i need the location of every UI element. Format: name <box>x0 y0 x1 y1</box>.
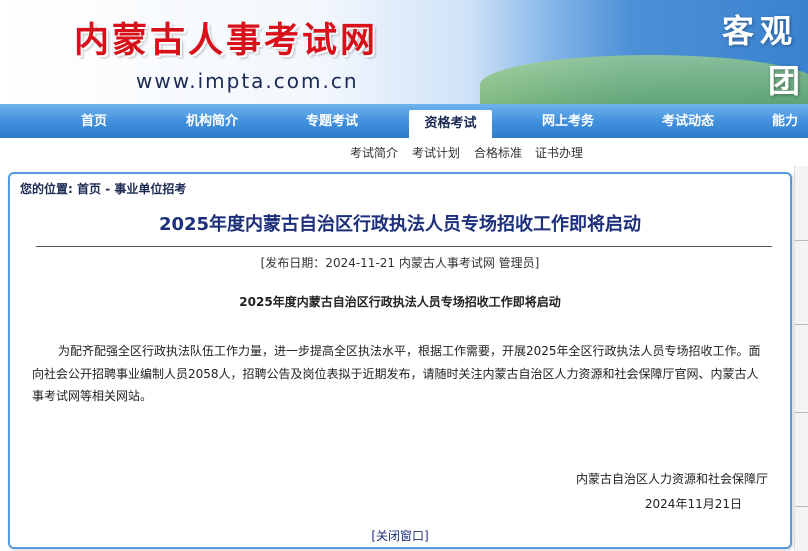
publish-meta: [发布日期：2024-11-21 内蒙古人事考试网 管理员] <box>260 256 540 270</box>
site-url: www.impta.com.cn <box>136 69 359 93</box>
subnav-item-plan[interactable]: 考试计划 <box>412 144 460 161</box>
title-divider <box>36 246 772 247</box>
sub-nav: 考试简介 考试计划 合格标准 证书办理 <box>0 138 808 166</box>
breadcrumb-separator: - <box>101 182 115 196</box>
edge-mark <box>795 412 808 413</box>
breadcrumb: 您的位置: 首页 - 事业单位招考 <box>20 180 186 197</box>
edge-mark <box>795 506 808 507</box>
article-signer: 内蒙古自治区人力资源和社会保障厅 <box>575 472 768 486</box>
content-panel: 您的位置: 首页 - 事业单位招考 2025年度内蒙古自治区行政执法人员专场招收… <box>8 172 792 549</box>
article-date: 2024年11月21日 <box>644 497 742 511</box>
nav-item-about[interactable]: 机构简介 <box>172 104 252 138</box>
page-title: 2025年度内蒙古自治区行政执法人员专场招收工作即将启动 <box>158 214 642 235</box>
subnav-item-certificate[interactable]: 证书办理 <box>535 144 583 161</box>
article-body: 为配齐配强全区行政执法队伍工作力量，进一步提高全区执法水平，根据工作需要，开展2… <box>32 344 761 403</box>
nav-item-online-affairs[interactable]: 网上考务 <box>528 104 608 138</box>
subnav-item-standard[interactable]: 合格标准 <box>474 144 522 161</box>
article-subtitle: 2025年度内蒙古自治区行政执法人员专场招收工作即将启动 <box>239 295 561 309</box>
breadcrumb-label: 您的位置: <box>20 182 73 196</box>
nav-item-qualification-exam[interactable]: 资格考试 <box>409 110 492 138</box>
nav-item-home[interactable]: 首页 <box>56 104 132 138</box>
banner-slogan-line2: 团 <box>768 62 801 100</box>
right-scroll-edge[interactable] <box>794 166 808 551</box>
close-window-link[interactable]: [关闭窗口] <box>10 527 790 544</box>
breadcrumb-section-link[interactable]: 事业单位招考 <box>114 182 186 196</box>
subnav-item-intro[interactable]: 考试简介 <box>350 144 398 161</box>
nav-item-ability[interactable]: 能力 <box>772 104 808 138</box>
site-logo[interactable]: 内蒙古人事考试网 <box>74 12 378 63</box>
nav-item-exam-news[interactable]: 考试动态 <box>648 104 728 138</box>
banner-hills <box>480 55 808 104</box>
breadcrumb-home-link[interactable]: 首页 <box>77 182 101 196</box>
nav-item-special-exam[interactable]: 专题考试 <box>292 104 372 138</box>
edge-mark <box>795 240 808 241</box>
edge-mark <box>795 324 808 325</box>
banner-slogan-line1: 客观 <box>722 12 799 50</box>
main-nav: 首页 机构简介 专题考试 资格考试 网上考务 考试动态 能力 <box>0 104 808 138</box>
header-banner: 内蒙古人事考试网 www.impta.com.cn 客观 团 <box>0 0 808 104</box>
